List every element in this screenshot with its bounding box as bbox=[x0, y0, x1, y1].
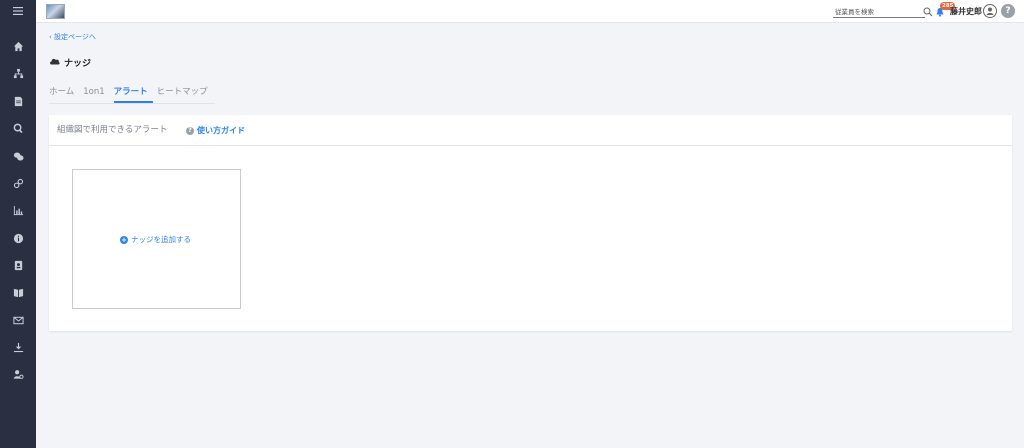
book-icon[interactable] bbox=[9, 283, 27, 301]
home-icon[interactable] bbox=[9, 37, 27, 55]
mail-icon[interactable] bbox=[9, 311, 27, 329]
add-nudge-box[interactable]: + ナッジを追加する bbox=[72, 169, 241, 309]
company-logo[interactable] bbox=[46, 4, 65, 19]
chart-icon[interactable] bbox=[9, 201, 27, 219]
tab-home[interactable]: ホーム bbox=[49, 86, 79, 103]
link-icon[interactable] bbox=[9, 174, 27, 192]
contact-icon[interactable] bbox=[9, 256, 27, 274]
back-to-settings-link[interactable]: ‹ 設定ページへ bbox=[49, 32, 96, 42]
employee-search-input[interactable]: 従業員を検索 bbox=[833, 6, 925, 18]
tab-heatmap[interactable]: ヒートマップ bbox=[157, 86, 213, 103]
usage-guide-link[interactable]: ? 使い方ガイド bbox=[186, 125, 245, 136]
back-link-label: 設定ページへ bbox=[54, 33, 96, 41]
usage-guide-label: 使い方ガイド bbox=[197, 126, 245, 135]
alerts-card: 組織図で利用できるアラート ? 使い方ガイド + ナッジを追加する bbox=[49, 115, 1012, 331]
search-icon[interactable] bbox=[9, 119, 27, 137]
tab-bar: ホーム 1on1 アラート ヒートマップ bbox=[49, 86, 215, 104]
sidebar bbox=[0, 0, 36, 448]
cloud-icon bbox=[49, 57, 60, 68]
org-chart-icon[interactable] bbox=[9, 64, 27, 82]
user-avatar-icon[interactable] bbox=[983, 4, 997, 18]
user-name[interactable]: 藤井史郎 bbox=[950, 6, 982, 18]
page-title: ナッジ bbox=[49, 56, 92, 69]
chat-icon[interactable] bbox=[9, 147, 27, 165]
add-nudge-button[interactable]: + ナッジを追加する bbox=[120, 235, 191, 245]
card-header-label: 組織図で利用できるアラート bbox=[57, 125, 168, 135]
download-icon[interactable] bbox=[9, 338, 27, 356]
card-header: 組織図で利用できるアラート ? 使い方ガイド bbox=[49, 115, 1012, 146]
question-icon: ? bbox=[186, 126, 194, 135]
plus-circle-icon: + bbox=[120, 236, 128, 244]
tab-1on1[interactable]: 1on1 bbox=[83, 86, 109, 103]
top-bar: 従業員を検索 285 藤井史郎 ? bbox=[36, 0, 1024, 23]
tab-alert[interactable]: アラート bbox=[113, 86, 153, 103]
info-icon[interactable] bbox=[9, 229, 27, 247]
search-icon[interactable] bbox=[923, 7, 933, 17]
add-nudge-label: ナッジを追加する bbox=[131, 235, 191, 244]
document-icon[interactable] bbox=[9, 92, 27, 110]
hamburger-menu-icon[interactable] bbox=[0, 0, 36, 22]
page-title-text: ナッジ bbox=[64, 58, 92, 69]
help-icon[interactable]: ? bbox=[1001, 4, 1015, 18]
user-settings-icon[interactable] bbox=[9, 365, 27, 383]
